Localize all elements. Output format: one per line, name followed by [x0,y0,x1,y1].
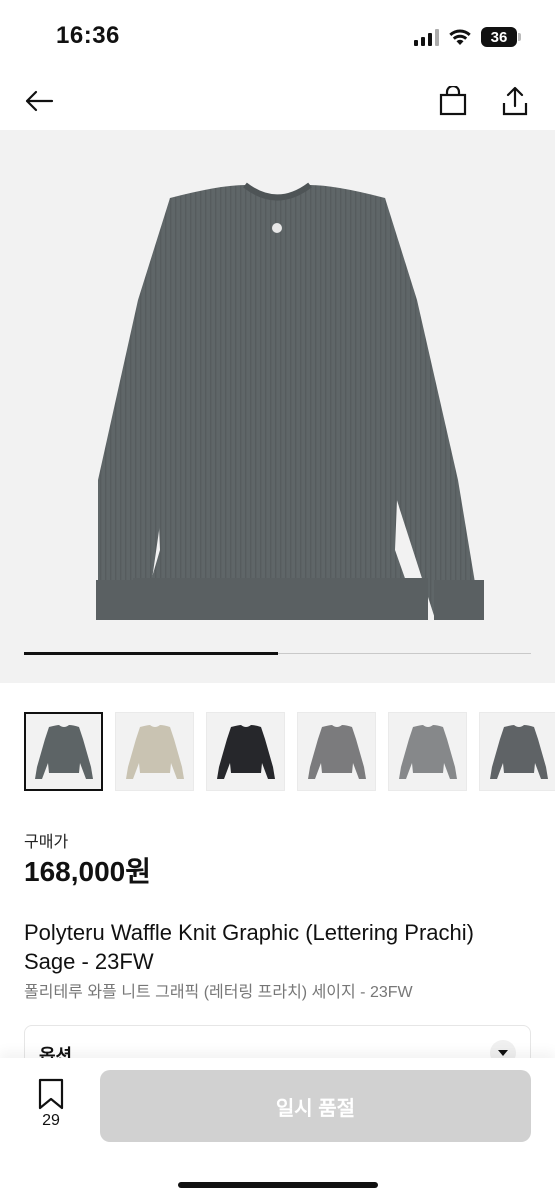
product-image [96,182,484,620]
sold-out-button[interactable]: 일시 품절 [100,1070,531,1142]
share-button[interactable] [494,80,536,122]
thumbnail-image [216,724,275,779]
wifi-icon [449,29,471,45]
battery-icon: 36 [481,27,521,47]
thumbnail-gray[interactable] [297,712,376,791]
bookmark-icon [38,1078,64,1110]
nav-bar [0,72,555,130]
thumbnail-image [307,724,366,779]
image-progress-fill [24,652,278,655]
price-value: 168,000원 [24,856,151,887]
thumbnail-beige[interactable] [115,712,194,791]
signal-icon [414,28,439,46]
price-label: 구매가 [24,834,69,851]
thumbnail-black[interactable] [206,712,285,791]
product-title: Polyteru Waffle Knit Graphic (Lettering … [24,920,474,974]
shopping-bag-icon [439,86,467,116]
thumbnail-image [398,724,457,779]
status-icons: 36 [414,26,521,48]
bookmark-count: 29 [42,1112,60,1129]
share-icon [502,86,528,116]
product-image-carousel[interactable] [0,130,555,683]
thumbnail-sage[interactable] [24,712,103,791]
thumbnail-image [125,724,184,779]
battery-level: 36 [490,28,508,46]
product-subtitle: 폴리테루 와플 니트 그래픽 (레터링 프라치) 세이지 - 23FW [24,984,413,1001]
thumbnail-image [489,724,548,779]
image-progress-track [24,652,531,655]
back-button[interactable] [18,80,60,122]
bottom-action-bar: 29 일시 품절 [0,1058,555,1200]
home-indicator [178,1182,378,1188]
status-time: 16:36 [56,22,120,49]
back-arrow-icon [25,90,54,112]
bookmark-button[interactable]: 29 [28,1078,74,1130]
thumbnail-image [34,724,93,779]
thumbnail-gray-graphic[interactable] [388,712,467,791]
status-bar: 16:36 36 [0,0,555,72]
thumbnail-charcoal-graphic[interactable] [479,712,555,791]
thumbnail-strip[interactable] [24,712,555,792]
shopping-bag-button[interactable] [432,80,474,122]
